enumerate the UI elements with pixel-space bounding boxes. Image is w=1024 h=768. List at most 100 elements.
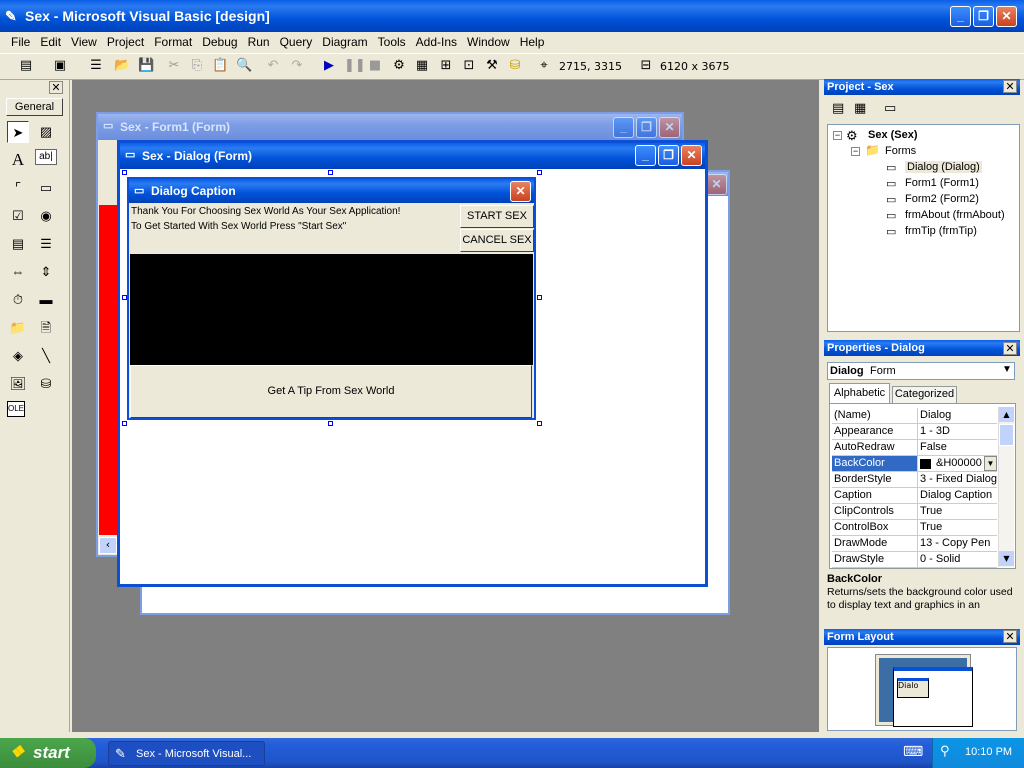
property-value[interactable]: False [920,441,997,453]
project-close-button[interactable]: ✕ [1003,80,1017,93]
property-row[interactable]: AutoRedraw False [832,440,997,456]
data-view-icon[interactable]: ⛁ [507,58,523,74]
property-value[interactable]: 3 - Fixed Dialog [920,473,997,485]
open-icon[interactable]: 📂 [114,58,130,74]
save-icon[interactable]: 💾 [138,58,154,74]
view-code-icon[interactable]: ▤ [832,101,844,116]
menu-file[interactable]: File [6,32,35,52]
project-explorer-icon[interactable]: ⚙ [391,58,407,74]
project-root[interactable]: Sex (Sex) [868,129,918,141]
paste-icon[interactable]: 📋 [212,58,228,74]
properties-close-button[interactable]: ✕ [1003,342,1017,355]
checkbox-icon[interactable]: ☑ [7,205,29,227]
toggle-folders-icon[interactable]: ▭ [884,101,896,116]
resize-handle[interactable] [122,170,127,175]
drivelistbox-icon[interactable]: ▬ [35,289,57,311]
resize-handle[interactable] [537,295,542,300]
timer-icon[interactable]: ⏱ [7,289,29,311]
minimize-button[interactable]: _ [950,6,971,27]
menu-addins[interactable]: Add-Ins [411,32,462,52]
combobox-icon[interactable]: ▤ [7,233,29,255]
project-title-bar[interactable]: Project - Sex [824,79,1020,95]
image-icon[interactable]: 🖼 [7,373,29,395]
form-layout-title-bar[interactable]: Form Layout [824,629,1020,645]
property-row[interactable]: DrawStyle 0 - Solid [832,552,997,568]
dialog-form-close-button[interactable]: ✕ [681,145,702,166]
form1-minimize-button[interactable]: _ [613,117,634,138]
network-icon[interactable]: ⚲ [940,744,950,759]
pause-icon[interactable]: ❚❚ [344,58,366,74]
picturebox-icon[interactable]: ▨ [35,121,57,143]
main-title-bar[interactable]: ✎ Sex - Microsoft Visual Basic [design] … [0,0,1024,32]
filelistbox-icon[interactable]: 🗎 [35,317,57,339]
tree-item-form1[interactable]: Form1 (Form1) [905,177,979,189]
ole-icon[interactable]: OLE [7,401,25,417]
menu-window[interactable]: Window [462,32,515,52]
start-button[interactable]: ❖ start [0,738,96,768]
resize-handle[interactable] [537,170,542,175]
menu-edit[interactable]: Edit [35,32,66,52]
close-button[interactable]: ✕ [996,6,1017,27]
form-layout-icon[interactable]: ⊞ [438,58,454,74]
start-sex-button[interactable]: START SEX [460,205,534,228]
keyboard-icon[interactable]: ⌨ [903,744,923,760]
toolbox-close-button[interactable]: ✕ [49,81,63,94]
run-icon[interactable]: ▶ [321,58,337,74]
resize-handle[interactable] [122,421,127,426]
tree-item-form2[interactable]: Form2 (Form2) [905,193,979,205]
get-tip-button[interactable]: Get A Tip From Sex World [130,365,532,418]
cut-icon[interactable]: ✂ [166,58,182,74]
scroll-thumb[interactable] [999,424,1014,446]
pointer-icon[interactable]: ➤ [7,121,29,143]
tab-alphabetic[interactable]: Alphabetic [829,383,890,403]
undo-icon[interactable]: ↶ [265,58,281,74]
menu-run[interactable]: Run [243,32,275,52]
designed-dialog-title-bar[interactable]: ▭ Dialog Caption ✕ [129,179,534,203]
property-row[interactable]: (Name) Dialog [832,408,997,424]
form2-close-button[interactable]: ✕ [706,174,727,195]
layout-dialog-preview[interactable]: Dialo [897,678,929,698]
property-value[interactable]: Dialog Caption [920,489,997,501]
optionbutton-icon[interactable]: ◉ [35,205,57,227]
property-row[interactable]: ControlBox True [832,520,997,536]
add-project-icon[interactable]: ▤ [18,58,34,74]
vb-app-icon[interactable]: ✎ [5,8,17,25]
redo-icon[interactable]: ↷ [289,58,305,74]
data-icon[interactable]: ⛁ [35,373,57,395]
dialog-form-maximize-button[interactable]: ❐ [658,145,679,166]
find-icon[interactable]: 🔍 [236,58,252,74]
properties-title-bar[interactable]: Properties - Dialog [824,340,1020,356]
menu-diagram[interactable]: Diagram [317,32,372,52]
chevron-down-icon[interactable]: ▼ [1002,364,1012,375]
form1-maximize-button[interactable]: ❐ [636,117,657,138]
property-row[interactable]: DrawMode 13 - Copy Pen [832,536,997,552]
menu-project[interactable]: Project [102,32,149,52]
line-icon[interactable]: ╲ [35,345,57,367]
dirlistbox-icon[interactable]: 📁 [7,317,29,339]
tree-item-frmtip[interactable]: frmTip (frmTip) [905,225,977,237]
tree-item-dialog[interactable]: Dialog (Dialog) [905,161,982,173]
tab-categorized[interactable]: Categorized [892,386,957,403]
tree-collapse-icon[interactable]: − [833,131,842,140]
menu-query[interactable]: Query [275,32,318,52]
scroll-up-button[interactable]: ▲ [999,407,1014,422]
object-selector[interactable]: Dialog Form ▼ [827,362,1015,380]
toolbox-icon[interactable]: ⚒ [484,58,500,74]
property-row[interactable]: Caption Dialog Caption [832,488,997,504]
property-value[interactable]: True [920,505,997,517]
menu-tools[interactable]: Tools [373,32,411,52]
object-browser-icon[interactable]: ⊡ [461,58,477,74]
form-layout-close-button[interactable]: ✕ [1003,630,1017,643]
tree-item-frmabout[interactable]: frmAbout (frmAbout) [905,209,1005,221]
resize-handle[interactable] [328,421,333,426]
shape-icon[interactable]: ◈ [7,345,29,367]
listbox-icon[interactable]: ☰ [35,233,57,255]
property-row[interactable]: ▼ BackColor &H00000 [832,456,997,472]
property-value[interactable]: 0 - Solid [920,553,997,565]
resize-handle[interactable] [328,170,333,175]
toolbox-tab-general[interactable]: General [6,98,63,116]
form1-title-bar[interactable]: ▭ Sex - Form1 (Form) _ ❐ ✕ [98,114,682,140]
property-value[interactable]: True [920,521,997,533]
property-value[interactable]: &H00000 [936,457,986,469]
form1-scroll-left-button[interactable]: ‹ [99,537,117,554]
